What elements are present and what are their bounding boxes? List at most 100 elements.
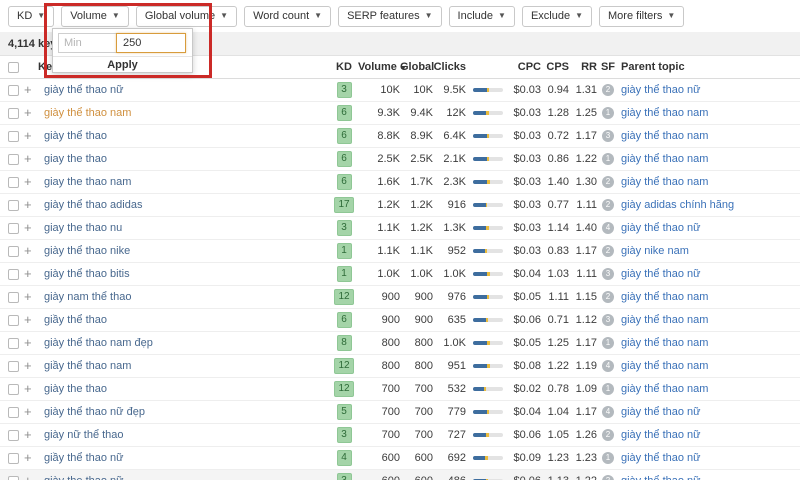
expand-plus-icon[interactable]: +	[20, 335, 32, 350]
parent-topic-link[interactable]: giày thể thao nữ	[619, 222, 800, 234]
keyword-link[interactable]: giầy thể thao nữ	[38, 452, 330, 464]
parent-topic-link[interactable]: giày thể thao nữ	[619, 429, 800, 441]
row-checkbox[interactable]	[8, 222, 19, 234]
filter-button-include[interactable]: Include ▼	[448, 5, 515, 27]
header-parent-topic[interactable]: Parent topic	[619, 61, 800, 73]
filter-button-word-count[interactable]: Word count ▼	[244, 5, 332, 27]
parent-topic-link[interactable]: giày thể thao nam	[619, 360, 800, 372]
expand-plus-icon[interactable]: +	[20, 82, 32, 97]
expand-plus-icon[interactable]: +	[20, 151, 32, 166]
filter-button-exclude[interactable]: Exclude ▼	[521, 5, 593, 27]
row-checkbox[interactable]	[8, 337, 19, 349]
volume-value-input[interactable]	[116, 33, 186, 53]
row-checkbox[interactable]	[8, 245, 19, 257]
row-checkbox[interactable]	[8, 176, 19, 188]
keyword-link[interactable]: giày thể thao nữ đẹp	[38, 406, 330, 418]
sf-count-badge[interactable]: 4	[602, 222, 614, 234]
filter-button-volume[interactable]: Volume ▼	[61, 5, 129, 27]
row-checkbox[interactable]	[8, 153, 19, 165]
expand-plus-icon[interactable]: +	[20, 450, 32, 465]
row-checkbox[interactable]	[8, 475, 19, 480]
expand-plus-icon[interactable]: +	[20, 197, 32, 212]
row-checkbox[interactable]	[8, 314, 19, 326]
sf-count-badge[interactable]: 1	[602, 107, 614, 119]
keyword-link[interactable]: giày thể thao nam đẹp	[38, 337, 330, 349]
sf-count-badge[interactable]: 3	[602, 130, 614, 142]
expand-plus-icon[interactable]: +	[20, 174, 32, 189]
sf-count-badge[interactable]: 3	[602, 268, 614, 280]
parent-topic-link[interactable]: giày thể thao nam	[619, 107, 800, 119]
parent-topic-link[interactable]: giày thể thao nam	[619, 291, 800, 303]
keyword-link[interactable]: giay the thao nu	[38, 222, 330, 234]
filter-button-serp-features[interactable]: SERP features ▼	[338, 5, 442, 27]
sf-count-badge[interactable]: 2	[602, 245, 614, 257]
parent-topic-link[interactable]: giày thể thao nam	[619, 383, 800, 395]
sf-count-badge[interactable]: 1	[602, 153, 614, 165]
header-clicks[interactable]: Clicks	[433, 61, 466, 73]
expand-plus-icon[interactable]: +	[20, 473, 32, 480]
parent-topic-link[interactable]: giày thể thao nam	[619, 314, 800, 326]
expand-plus-icon[interactable]: +	[20, 220, 32, 235]
row-checkbox[interactable]	[8, 360, 19, 372]
expand-plus-icon[interactable]: +	[20, 243, 32, 258]
parent-topic-link[interactable]: giày thể thao nữ	[619, 406, 800, 418]
sf-count-badge[interactable]: 2	[602, 84, 614, 96]
expand-plus-icon[interactable]: +	[20, 312, 32, 327]
expand-plus-icon[interactable]: +	[20, 404, 32, 419]
header-volume[interactable]: Volume ▼	[358, 61, 407, 73]
keyword-link[interactable]: giày nữ thể thao	[38, 429, 330, 441]
keyword-link[interactable]: giày nam thể thao	[38, 291, 330, 303]
header-global[interactable]: Global	[400, 61, 434, 73]
expand-plus-icon[interactable]: +	[20, 381, 32, 396]
parent-topic-link[interactable]: giày thể thao nữ	[619, 84, 800, 96]
row-checkbox[interactable]	[8, 130, 19, 142]
select-all-checkbox[interactable]	[8, 61, 19, 73]
keyword-link[interactable]: giầy thể thao nam	[38, 360, 330, 372]
keyword-link[interactable]: giày the thao	[38, 383, 330, 395]
row-checkbox[interactable]	[8, 107, 19, 119]
sf-count-badge[interactable]: 4	[602, 406, 614, 418]
parent-topic-link[interactable]: giày nike nam	[619, 245, 800, 257]
row-checkbox[interactable]	[8, 429, 19, 441]
sf-count-badge[interactable]: 2	[602, 429, 614, 441]
keyword-link[interactable]: giày thể thao bitis	[38, 268, 330, 280]
row-checkbox[interactable]	[8, 268, 19, 280]
row-checkbox[interactable]	[8, 291, 19, 303]
parent-topic-link[interactable]: giày thể thao nam	[619, 153, 800, 165]
sf-count-badge[interactable]: 2	[602, 199, 614, 211]
keyword-link[interactable]: giày the thao nữ	[38, 475, 330, 480]
header-cps[interactable]: CPS	[541, 61, 569, 73]
parent-topic-link[interactable]: giày thể thao nữ	[619, 452, 800, 464]
volume-min-input[interactable]	[58, 33, 117, 53]
sf-count-badge[interactable]: 2	[602, 291, 614, 303]
row-checkbox[interactable]	[8, 84, 19, 96]
parent-topic-link[interactable]: giày thể thao nam	[619, 337, 800, 349]
apply-button[interactable]: Apply	[53, 56, 192, 73]
sf-count-badge[interactable]: 4	[602, 360, 614, 372]
sf-count-badge[interactable]: 1	[602, 452, 614, 464]
expand-plus-icon[interactable]: +	[20, 358, 32, 373]
header-cpc[interactable]: CPC	[510, 61, 541, 73]
keyword-link[interactable]: giày thể thao nam	[38, 107, 330, 119]
row-checkbox[interactable]	[8, 199, 19, 211]
sf-count-badge[interactable]: 1	[602, 337, 614, 349]
sf-count-badge[interactable]: 1	[602, 383, 614, 395]
keyword-link[interactable]: giay the thao	[38, 153, 330, 165]
row-checkbox[interactable]	[8, 406, 19, 418]
expand-plus-icon[interactable]: +	[20, 105, 32, 120]
expand-plus-icon[interactable]: +	[20, 427, 32, 442]
filter-button-more-filters[interactable]: More filters ▼	[599, 5, 685, 27]
filter-button-kd[interactable]: KD ▼	[8, 5, 55, 27]
keyword-link[interactable]: giày thể thao adidas	[38, 199, 330, 211]
keyword-link[interactable]: giày thể thao nữ	[38, 84, 330, 96]
parent-topic-link[interactable]: giày thể thao nữ	[619, 268, 800, 280]
expand-plus-icon[interactable]: +	[20, 128, 32, 143]
expand-plus-icon[interactable]: +	[20, 266, 32, 281]
parent-topic-link[interactable]: giày thể thao nam	[619, 130, 800, 142]
filter-button-global-volume[interactable]: Global volume ▼	[135, 5, 238, 27]
header-sf[interactable]: SF	[597, 61, 619, 73]
sf-count-badge[interactable]: 2	[602, 475, 614, 480]
keyword-link[interactable]: giày thể thao nike	[38, 245, 330, 257]
sf-count-badge[interactable]: 2	[602, 176, 614, 188]
expand-plus-icon[interactable]: +	[20, 289, 32, 304]
